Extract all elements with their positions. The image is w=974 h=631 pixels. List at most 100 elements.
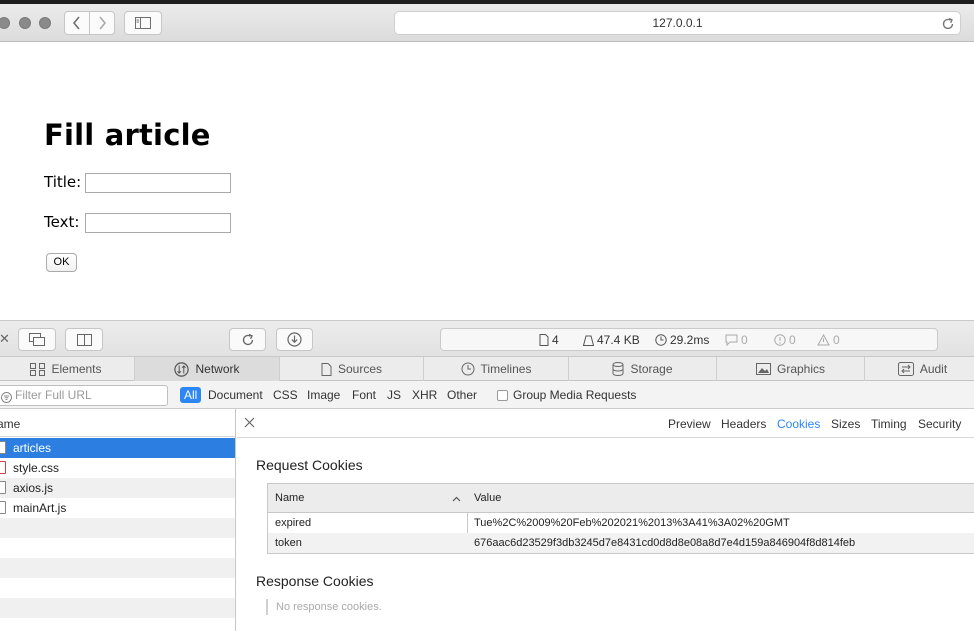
chevron-left-icon [72,16,80,30]
network-summary: 4 47.4 KB 29.2ms 0 0 0 [440,328,938,351]
filter-document[interactable]: Document [208,387,263,403]
back-button[interactable] [64,11,90,35]
cookie-value: 676aac6d23529f3db3245d7e8431cd0d8d8e08a8… [474,537,856,549]
tab-storage-label: Storage [630,362,673,376]
filter-other[interactable]: Other [447,387,477,403]
transfer-size: 47.4 KB [583,333,640,347]
tab-storage[interactable]: Storage [569,357,717,381]
sort-ascending-icon[interactable] [452,493,461,505]
detail-tab-security[interactable]: Security [918,417,961,431]
filter-url-input[interactable]: Filter Full URL [0,385,168,406]
filter-image[interactable]: Image [307,387,340,403]
text-label: Text: [44,213,80,231]
address-text: 127.0.0.1 [652,16,703,30]
reload-icon[interactable] [941,16,955,38]
filter-all[interactable]: All [180,387,202,403]
filter-xhr[interactable]: XHR [412,387,437,403]
address-bar[interactable]: 127.0.0.1 [394,11,961,35]
reload-page-button[interactable] [229,328,266,351]
elements-icon [30,362,46,376]
request-row[interactable]: axios.js [0,478,235,498]
filter-js[interactable]: JS [387,387,401,403]
tab-network-label: Network [195,362,240,376]
group-media-checkbox[interactable] [497,390,508,401]
empty-row [0,598,235,618]
resource-count-value: 4 [552,333,559,347]
cookie-name: token [275,537,302,549]
request-name: articles [13,441,52,455]
browser-toolbar: 127.0.0.1 [0,4,974,42]
tab-network[interactable]: Network [135,357,280,381]
name-column-label: ame [0,417,21,431]
name-column-header[interactable]: ame [0,409,235,437]
log-count[interactable]: 0 [725,333,748,347]
title-input[interactable] [85,173,231,193]
error-count-value: 0 [789,333,796,347]
request-row[interactable]: mainArt.js [0,498,235,518]
group-media-label[interactable]: Group Media Requests [513,387,636,403]
close-window-button[interactable] [0,17,10,29]
filter-font[interactable]: Font [352,387,376,403]
clock-icon [655,334,667,346]
detail-tab-sizes[interactable]: Sizes [831,417,860,431]
request-list: ame articles style.css axios.js mainArt.… [0,409,236,631]
text-input[interactable] [85,213,231,233]
detail-tab-cookies[interactable]: Cookies [777,417,820,431]
tab-elements[interactable]: Elements [0,357,135,381]
warning-count[interactable]: 0 [817,333,840,347]
tab-sources[interactable]: Sources [280,357,424,381]
weight-icon [583,335,594,346]
cookie-name: expired [275,517,312,529]
detail-tab-timing[interactable]: Timing [871,417,907,431]
forward-button[interactable] [89,11,115,35]
download-button[interactable] [276,328,313,351]
resource-count: 4 [539,333,559,347]
empty-row [0,558,235,578]
cookies-table: Name Value expired Tue%2C%2009%20Feb%202… [267,483,974,554]
error-count[interactable]: 0 [774,333,796,347]
close-devtools-icon[interactable]: ✕ [0,331,10,347]
split-panel-icon [76,333,92,346]
chevron-right-icon [99,16,107,30]
reload-icon [242,333,253,345]
network-icon [174,361,190,377]
error-icon [774,334,786,346]
close-detail-icon[interactable] [244,417,255,431]
dock-button[interactable] [18,328,56,351]
sidebar-toggle-button[interactable] [124,11,162,35]
table-row[interactable]: expired Tue%2C%2009%20Feb%202021%2013%3A… [268,513,974,533]
empty-row [0,618,235,631]
js-file-icon [0,501,6,514]
title-label: Title: [44,173,82,191]
request-cookies-title: Request Cookies [256,457,363,473]
detail-tab-headers[interactable]: Headers [721,417,766,431]
filter-placeholder: Filter Full URL [15,388,92,402]
minimize-window-button[interactable] [19,17,31,29]
network-filter-bar: Filter Full URL All Document CSS Image F… [0,381,974,409]
tab-timelines[interactable]: Timelines [424,357,569,381]
request-detail-pane: Preview Headers Cookies Sizes Timing Sec… [237,409,974,631]
tab-graphics[interactable]: Graphics [717,357,865,381]
devtools-tab-bar: Elements Network Sources Timelines Stora… [0,357,974,381]
split-view-button[interactable] [65,328,103,351]
cookie-value: Tue%2C%2009%20Feb%202021%2013%3A41%3A02%… [474,517,790,529]
tab-audit[interactable]: Audit [865,357,974,381]
detail-tab-preview[interactable]: Preview [668,417,711,431]
request-row[interactable]: style.css [0,458,235,478]
tab-audit-label: Audit [919,362,948,376]
database-icon [612,362,624,376]
zoom-window-button[interactable] [39,17,51,29]
name-column-header[interactable]: Name [275,492,304,504]
request-name: mainArt.js [13,501,67,515]
warning-icon [817,334,830,346]
request-row[interactable]: articles [0,438,235,458]
log-count-value: 0 [741,333,748,347]
table-row[interactable]: token 676aac6d23529f3db3245d7e8431cd0d8d… [268,533,974,553]
js-file-icon [0,481,6,494]
page-heading: Fill article [44,118,211,152]
filter-css[interactable]: CSS [273,387,298,403]
tab-elements-label: Elements [51,362,102,376]
value-column-header[interactable]: Value [474,492,501,504]
ok-button[interactable]: OK [46,253,77,272]
windows-icon [29,333,45,346]
